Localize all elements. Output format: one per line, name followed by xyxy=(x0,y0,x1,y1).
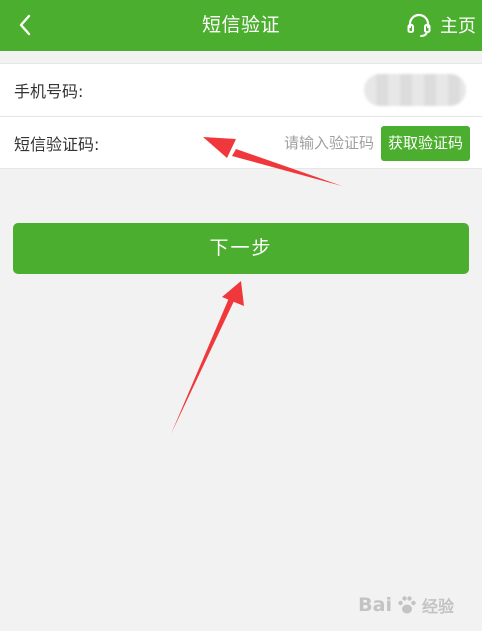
home-button[interactable]: 主页 xyxy=(406,8,476,42)
sms-code-input[interactable] xyxy=(264,129,374,157)
home-label: 主页 xyxy=(440,16,476,37)
headset-icon xyxy=(407,13,431,37)
next-step-button[interactable]: 下一步 xyxy=(13,223,469,274)
paw-icon xyxy=(398,596,416,614)
phone-row: 手机号码: xyxy=(0,64,482,116)
top-navigation-bar: 短信验证 主页 xyxy=(0,0,482,51)
sms-code-label: 短信验证码: xyxy=(14,134,100,154)
annotation-arrow-to-next-button xyxy=(171,281,244,434)
watermark-suffix: 经验 xyxy=(421,597,454,616)
phone-number-value-redacted xyxy=(364,74,466,106)
phone-label: 手机号码: xyxy=(14,82,84,101)
watermark-brand: Bai xyxy=(358,594,392,616)
sms-code-row: 短信验证码: 获取验证码 xyxy=(0,116,482,168)
get-code-button[interactable]: 获取验证码 xyxy=(381,126,470,161)
baidu-jingyan-watermark: Bai 经验 xyxy=(358,593,454,617)
verification-form: 手机号码: 短信验证码: 获取验证码 xyxy=(0,63,482,169)
